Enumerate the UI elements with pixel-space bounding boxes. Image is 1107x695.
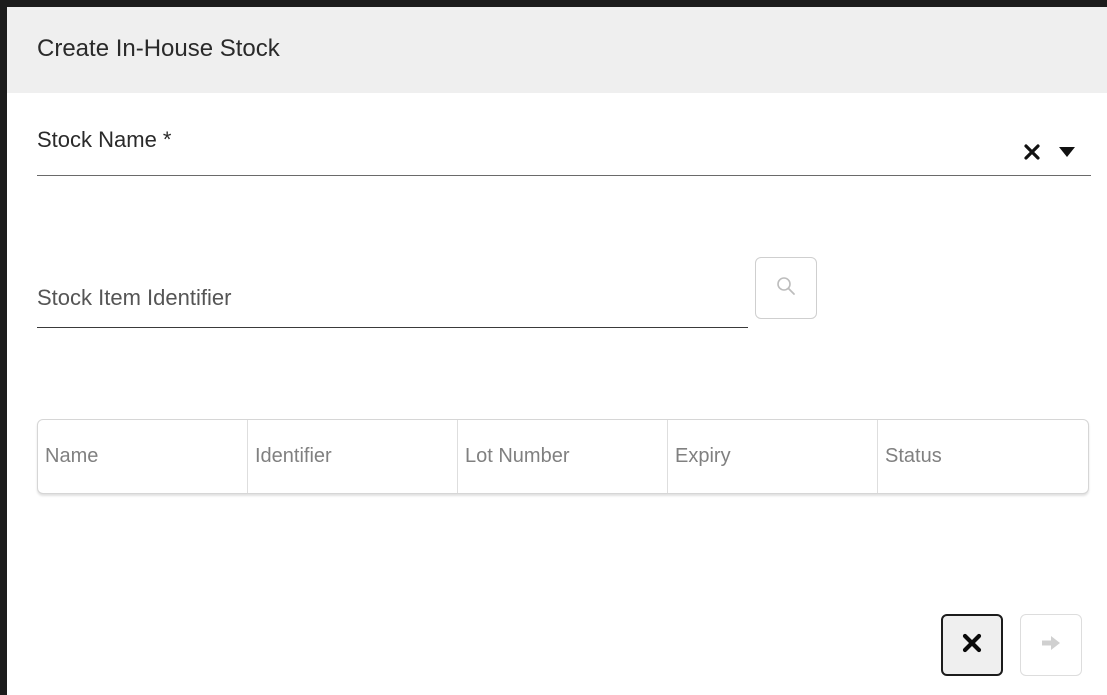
stock-name-underline (37, 175, 1091, 176)
stock-name-label: Stock Name * (37, 127, 172, 152)
column-header-identifier[interactable]: Identifier (248, 420, 458, 493)
stock-item-identifier-placeholder[interactable]: Stock Item Identifier (37, 285, 231, 311)
column-header-status[interactable]: Status (878, 420, 1088, 493)
column-header-lot-number[interactable]: Lot Number (458, 420, 668, 493)
stock-items-table: Name Identifier Lot Number Expiry Status (37, 419, 1089, 494)
dialog-title: Create In-House Stock (37, 35, 280, 62)
close-icon (960, 631, 984, 660)
create-stock-dialog: Create In-House Stock Stock Name * Stock… (0, 0, 1107, 695)
clear-icon[interactable] (1021, 141, 1043, 163)
cancel-button[interactable] (941, 614, 1003, 676)
next-button[interactable] (1020, 614, 1082, 676)
arrow-right-icon (1040, 635, 1062, 656)
search-button[interactable] (755, 257, 817, 319)
dialog-header: Create In-House Stock (7, 7, 1107, 93)
magnifier-icon (775, 275, 797, 302)
caret-down-icon[interactable] (1056, 141, 1078, 163)
identifier-underline (37, 327, 748, 328)
column-header-name[interactable]: Name (38, 420, 248, 493)
column-header-expiry[interactable]: Expiry (668, 420, 878, 493)
